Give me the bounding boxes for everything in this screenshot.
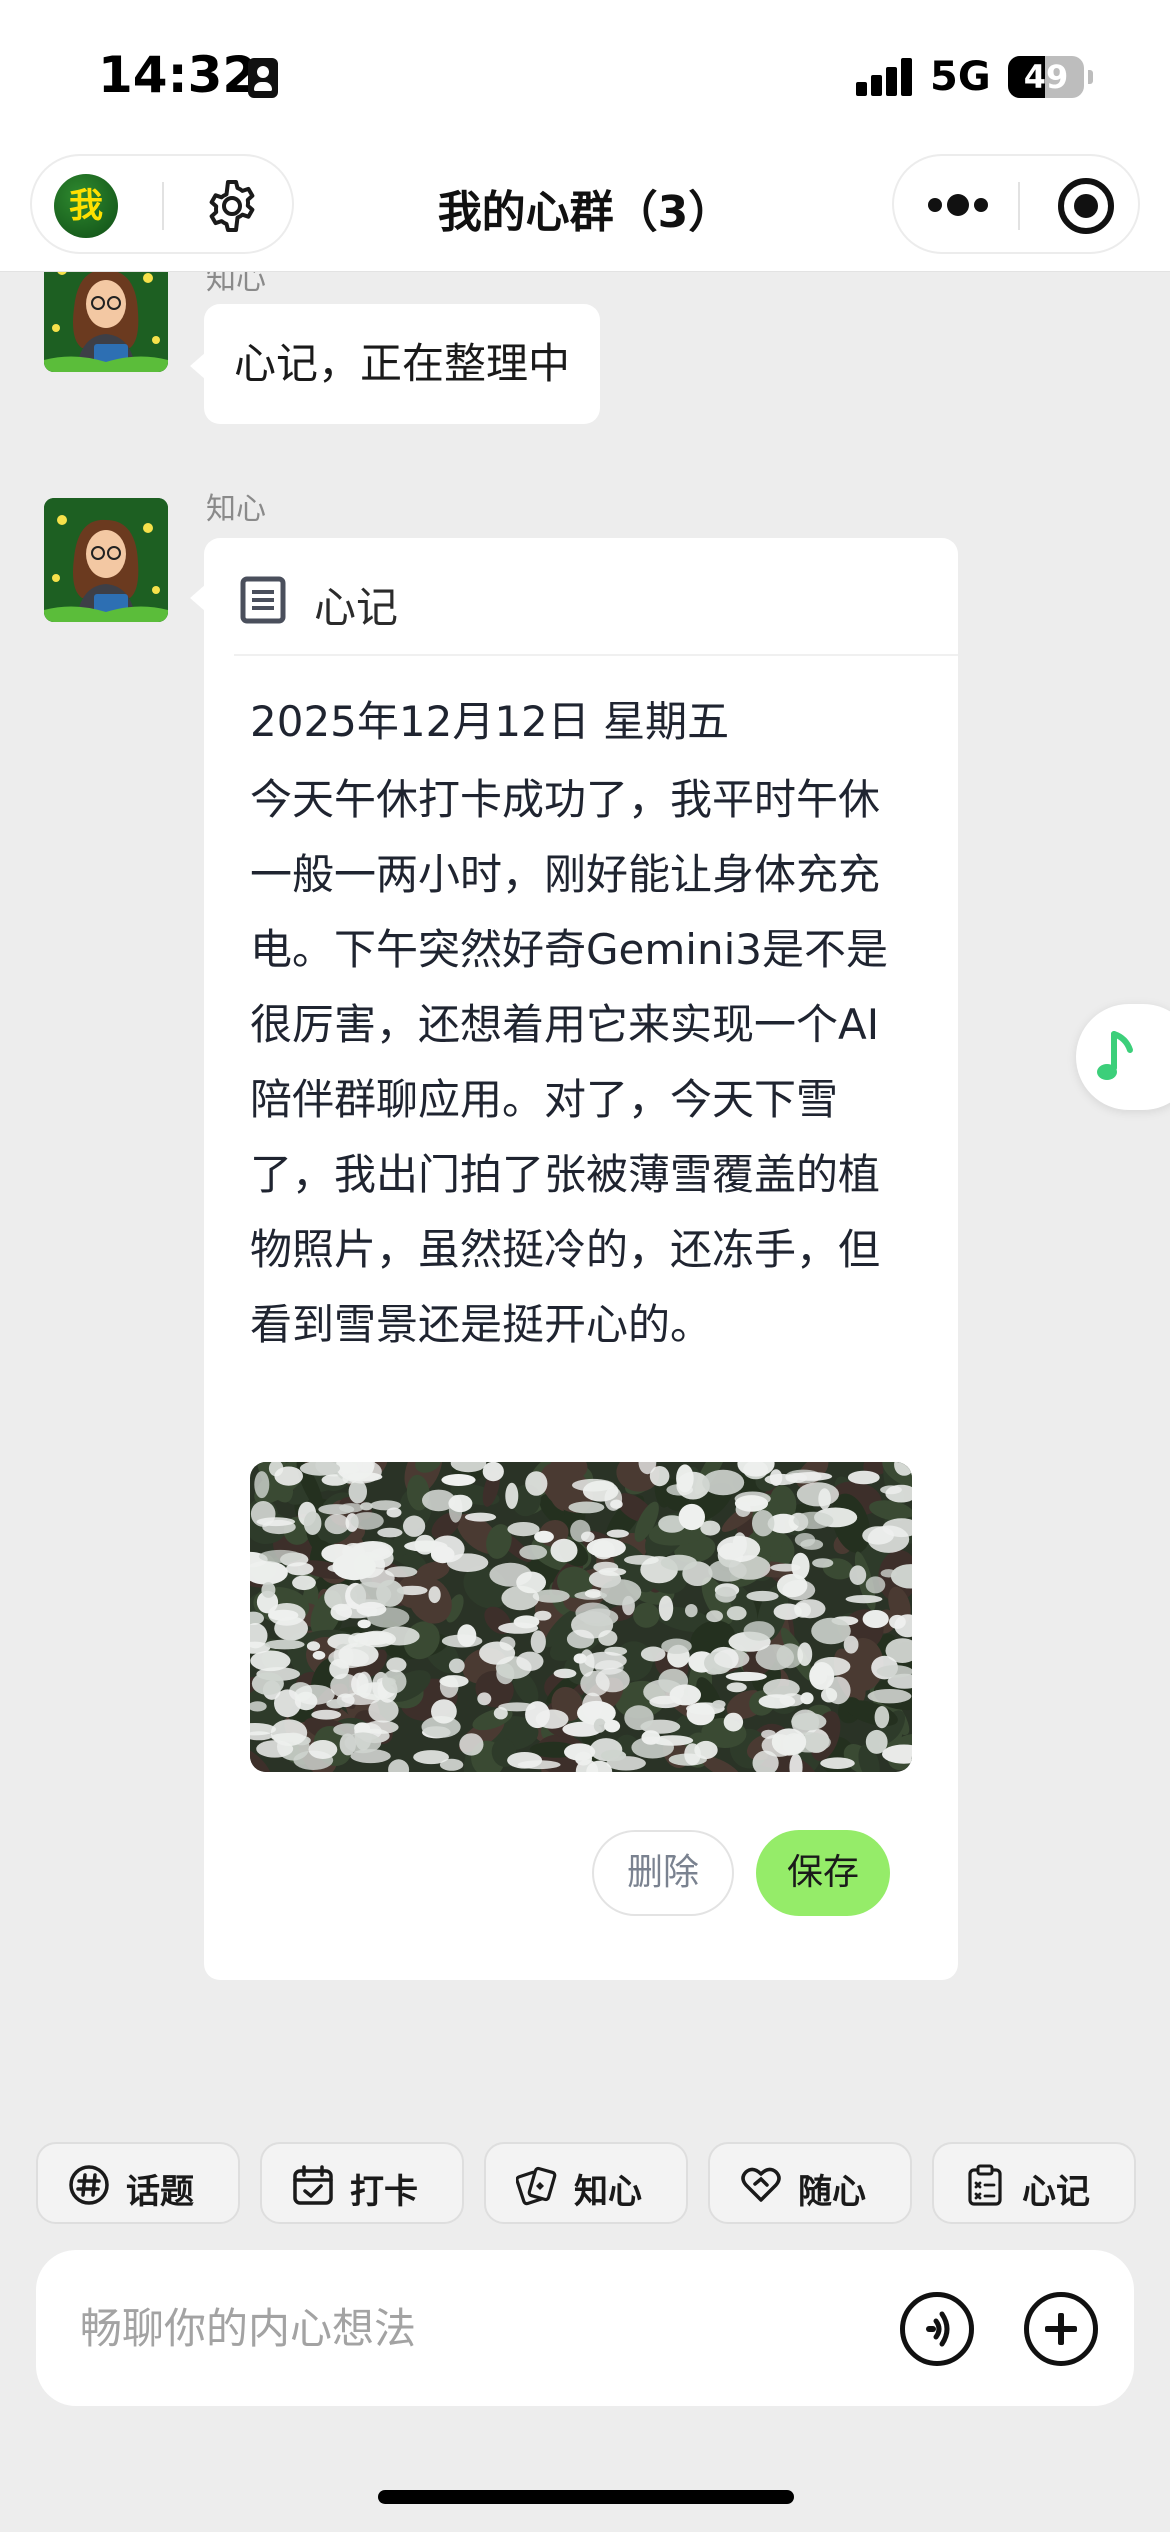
hashtag-icon: [69, 2165, 109, 2205]
chat-area[interactable]: 知心 心记，正在整理中 知心 心记 2025年12月12日 星期五 今天午休打卡…: [0, 272, 1170, 2112]
note-title: 心记: [314, 583, 399, 632]
quick-action-label: 心记: [1022, 2172, 1090, 2212]
message-bubble[interactable]: 心记，正在整理中: [204, 304, 601, 424]
quick-action-suixin[interactable]: 随心: [708, 2142, 912, 2224]
avatar[interactable]: [44, 272, 168, 372]
divider: [162, 182, 164, 230]
battery-tip: [1088, 70, 1093, 84]
page-title: 我的心群（3）: [437, 187, 733, 238]
quick-action-label: 随心: [798, 2172, 866, 2212]
my-avatar-button[interactable]: 我: [54, 174, 118, 238]
quick-action-checkin[interactable]: 打卡: [260, 2142, 464, 2224]
delete-button[interactable]: 删除: [592, 1830, 734, 1916]
more-icon[interactable]: [928, 194, 988, 218]
nav-bar: 我 我的心群（3）: [0, 150, 1170, 272]
battery-level: 49: [1023, 58, 1069, 96]
quick-action-label: 话题: [126, 2172, 194, 2212]
nav-left-capsule: 我: [30, 154, 294, 254]
add-button[interactable]: [1024, 2292, 1098, 2366]
quick-action-zhixin[interactable]: 知心: [484, 2142, 688, 2224]
quick-action-label: 知心: [574, 2172, 642, 2212]
snow-plant-photo[interactable]: [250, 1462, 912, 1772]
home-indicator[interactable]: [378, 2490, 794, 2504]
divider: [1018, 182, 1020, 230]
status-time: 14:32: [98, 46, 258, 104]
music-button[interactable]: [1076, 1004, 1170, 1110]
status-bar: 14:32 5G 49: [0, 0, 1170, 150]
nav-right-capsule: [892, 154, 1140, 254]
sender-name: 知心: [206, 492, 266, 527]
message-text: 心记，正在整理中: [234, 339, 571, 388]
quick-action-xinji[interactable]: 心记: [932, 2142, 1136, 2224]
quick-action-topic[interactable]: 话题: [36, 2142, 240, 2224]
battery-icon: 49: [1008, 56, 1084, 98]
quick-action-label: 打卡: [350, 2172, 418, 2212]
calendar-check-icon: [293, 2165, 333, 2205]
input-bar: [36, 2250, 1134, 2406]
zhixin-avatar-image: [44, 498, 168, 622]
voice-icon: [926, 2311, 950, 2347]
close-miniprogram-icon[interactable]: [1058, 178, 1114, 234]
quick-actions: 话题 打卡 知心 随心 心记: [0, 2142, 1170, 2226]
sender-name: 知心: [206, 272, 266, 297]
zhixin-avatar-image: [44, 272, 168, 372]
cards-icon: [516, 2166, 557, 2206]
chat-input[interactable]: [80, 2290, 860, 2366]
contact-card-icon: [248, 58, 278, 98]
heart-icon: [741, 2167, 781, 2202]
avatar[interactable]: [44, 498, 168, 622]
music-note-icon: [1097, 1031, 1133, 1080]
clipboard-icon: [968, 2164, 1002, 2206]
note-card: 心记 2025年12月12日 星期五 今天午休打卡成功了，我平时午休一般一两小时…: [204, 538, 958, 1980]
note-body: 今天午休打卡成功了，我平时午休一般一两小时，刚好能让身体充充电。下午突然好奇Ge…: [250, 775, 888, 1349]
save-button[interactable]: 保存: [756, 1830, 890, 1916]
note-date: 2025年12月12日 星期五: [250, 697, 730, 746]
gear-icon[interactable]: [204, 178, 260, 234]
photo-image: [250, 1462, 912, 1772]
divider: [234, 654, 958, 656]
document-icon: [240, 576, 286, 624]
network-type: 5G: [930, 54, 991, 100]
cellular-signal-icon: [856, 58, 914, 96]
voice-button[interactable]: [900, 2292, 974, 2366]
